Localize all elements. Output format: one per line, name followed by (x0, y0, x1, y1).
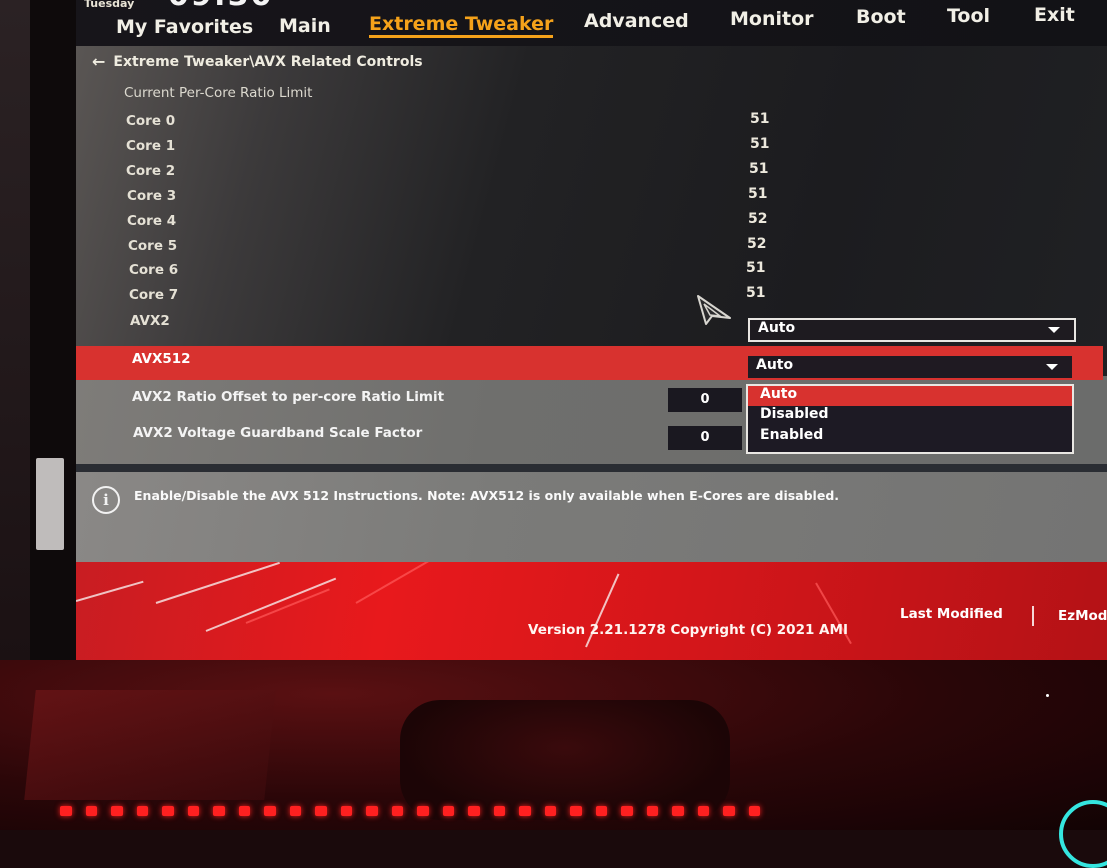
core-label: Core 7 (129, 287, 179, 303)
led-dot (1046, 694, 1049, 697)
version-text: Version 2.21.1278 Copyright (C) 2021 AMI (528, 622, 848, 638)
info-icon: i (92, 486, 120, 514)
core-ratio-row: Core 7 51 (76, 284, 1107, 308)
ezmode-button[interactable]: EzMode(F7) (1058, 608, 1107, 624)
core-ratio-value: 51 (746, 260, 766, 276)
desk-object (24, 690, 276, 800)
breadcrumb[interactable]: ← Extreme Tweaker\AVX Related Controls (92, 52, 423, 71)
breadcrumb-path: Extreme Tweaker\AVX Related Controls (113, 53, 423, 70)
avx2-voltage-guardband-label: AVX2 Voltage Guardband Scale Factor (133, 425, 423, 441)
core-ratio-value: 51 (749, 161, 769, 177)
avx512-select[interactable]: Auto (748, 356, 1072, 378)
footer-separator (1032, 606, 1034, 626)
core-ratio-value: 52 (748, 211, 768, 227)
tab-main[interactable]: Main (279, 15, 331, 37)
panel-divider (76, 464, 1107, 472)
section-title: Current Per-Core Ratio Limit (124, 85, 313, 101)
decor-streak (205, 577, 337, 632)
avx2-voltage-guardband-input[interactable]: 0 (668, 426, 742, 450)
settings-panel: ← Extreme Tweaker\AVX Related Controls C… (76, 46, 1107, 466)
decor-streak (245, 588, 330, 624)
help-text: Enable/Disable the AVX 512 Instructions.… (134, 488, 840, 503)
core-label: Core 0 (126, 113, 176, 129)
avx2-select[interactable]: Auto (748, 318, 1076, 342)
main-nav: My Favorites Main Extreme Tweaker Advanc… (76, 4, 1107, 44)
core-ratio-value: 51 (750, 111, 770, 127)
tab-monitor[interactable]: Monitor (730, 8, 814, 30)
tab-boot[interactable]: Boot (856, 6, 906, 28)
core-label: Core 6 (129, 262, 179, 278)
core-ratio-value: 51 (748, 186, 768, 202)
avx2-voltage-guardband-row: AVX2 Voltage Guardband Scale Factor (76, 422, 1107, 446)
core-ratio-value: 51 (746, 285, 766, 301)
core-ratio-value: 52 (747, 236, 767, 252)
avx2-ratio-offset-label: AVX2 Ratio Offset to per-core Ratio Limi… (132, 389, 445, 405)
core-ratio-row: Core 2 51 (76, 160, 1107, 184)
decor-streak (76, 580, 144, 602)
tab-advanced[interactable]: Advanced (584, 10, 689, 32)
avx2-ratio-offset-input[interactable]: 0 (668, 388, 742, 412)
arrow-left-icon[interactable]: ← (92, 52, 105, 71)
core-ratio-row: Core 6 51 (76, 259, 1107, 283)
core-label: Core 5 (128, 238, 178, 254)
core-label: Core 2 (126, 163, 176, 179)
core-label: Core 4 (127, 213, 177, 229)
avx2-ratio-offset-row: AVX2 Ratio Offset to per-core Ratio Limi… (76, 386, 1107, 410)
desk-object (400, 700, 730, 820)
avx2-select-value: Auto (758, 320, 796, 336)
top-bar: Tuesday 09:30 My Favorites Main Extreme … (76, 0, 1107, 46)
chevron-down-icon (1048, 327, 1060, 333)
footer: Version 2.21.1278 Copyright (C) 2021 AMI… (76, 562, 1107, 660)
core-label: Core 1 (126, 138, 176, 154)
core-ratio-row: Core 3 51 (76, 185, 1107, 209)
core-ratio-row: Core 4 52 (76, 210, 1107, 234)
avx2-label: AVX2 (130, 313, 170, 329)
avx512-label: AVX512 (132, 351, 191, 367)
decor-streak (155, 562, 280, 604)
keyboard-lights (60, 806, 760, 826)
chevron-down-icon (1046, 364, 1058, 370)
monitor-bezel (30, 0, 76, 670)
core-ratio-value: 51 (750, 136, 770, 152)
day-label: Tuesday (84, 0, 135, 10)
core-label: Core 3 (127, 188, 177, 204)
core-ratio-row: Core 0 51 (76, 110, 1107, 134)
help-panel: i Enable/Disable the AVX 512 Instruction… (76, 472, 1107, 562)
avx512-select-value: Auto (756, 357, 794, 373)
tab-exit[interactable]: Exit (1034, 4, 1075, 26)
monitor-sticker (36, 458, 64, 550)
tab-extreme-tweaker[interactable]: Extreme Tweaker (369, 13, 554, 38)
decor-streak (355, 562, 452, 604)
core-ratio-row: Core 1 51 (76, 135, 1107, 159)
tab-tool[interactable]: Tool (947, 5, 990, 27)
bios-screen: Tuesday 09:30 My Favorites Main Extreme … (76, 0, 1107, 660)
last-modified-button[interactable]: Last Modified (900, 606, 1003, 622)
core-ratio-row: Core 5 52 (76, 235, 1107, 259)
tab-my-favorites[interactable]: My Favorites (116, 16, 253, 38)
